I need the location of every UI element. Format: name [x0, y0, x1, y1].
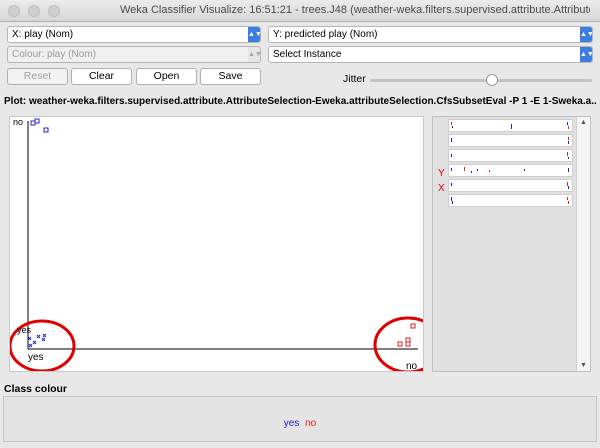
y-tick-top: no: [13, 117, 24, 127]
jitter-slider-track[interactable]: [370, 79, 592, 82]
data-point: [410, 323, 416, 329]
select-instance-select[interactable]: Select Instance ▲▼: [268, 46, 593, 63]
attribute-strip[interactable]: [448, 164, 573, 177]
class-colour-legend: yes no: [3, 396, 597, 442]
jitter-slider-thumb[interactable]: [486, 74, 499, 86]
colour-select-value: Colour: play (Nom): [12, 49, 96, 60]
attribute-strip[interactable]: [448, 119, 573, 132]
clear-button[interactable]: Clear: [71, 68, 132, 85]
attribute-panel-scrollbar[interactable]: ▲ ▼: [576, 117, 590, 371]
data-point: [43, 127, 49, 133]
window-title: Weka Classifier Visualize: 16:51:21 - tr…: [120, 4, 590, 16]
scroll-up-icon[interactable]: ▲: [580, 119, 587, 126]
data-point: [30, 120, 36, 126]
attribute-strip[interactable]: [448, 134, 573, 147]
chevron-down-icon: ▲▼: [248, 27, 260, 42]
x-axis-select-value: X: play (Nom): [12, 29, 74, 40]
scroll-down-icon[interactable]: ▼: [580, 362, 587, 369]
plot-title: Plot: weather-weka.filters.supervised.at…: [4, 96, 596, 107]
data-point-group: [27, 333, 47, 348]
save-button[interactable]: Save: [200, 68, 261, 85]
x-axis-select[interactable]: X: play (Nom) ▲▼: [7, 26, 261, 43]
attribute-strip-y[interactable]: [448, 179, 573, 192]
colour-select[interactable]: Colour: play (Nom) ▲▼: [7, 46, 261, 63]
chevron-down-icon: ▲▼: [580, 47, 592, 62]
data-point: [405, 341, 411, 347]
legend-item-yes[interactable]: yes: [284, 418, 300, 429]
close-window-button[interactable]: [8, 5, 20, 17]
plot-area[interactable]: no yes yes no: [9, 116, 424, 372]
y-axis-select[interactable]: Y: predicted play (Nom) ▲▼: [268, 26, 593, 43]
attribute-strip[interactable]: [448, 149, 573, 162]
reset-button[interactable]: Reset: [7, 68, 68, 85]
open-button[interactable]: Open: [136, 68, 197, 85]
attribute-panel: Y X ▲ ▼: [432, 116, 591, 372]
chevron-down-icon: ▲▼: [580, 27, 592, 42]
x-tick-right: no: [406, 361, 418, 372]
minimize-window-button[interactable]: [28, 5, 40, 17]
x-tick-left: yes: [28, 352, 44, 363]
y-axis-select-value: Y: predicted play (Nom): [273, 29, 378, 40]
select-instance-value: Select Instance: [273, 49, 342, 60]
class-colour-title: Class colour: [4, 383, 68, 395]
x-marker-label: X: [438, 183, 445, 194]
zoom-window-button[interactable]: [48, 5, 60, 17]
data-point: [405, 337, 411, 343]
data-point: [397, 341, 403, 347]
legend-item-no[interactable]: no: [305, 418, 316, 429]
attribute-strip-x[interactable]: [448, 194, 573, 207]
y-tick-bottom: yes: [17, 325, 32, 335]
title-bar: Weka Classifier Visualize: 16:51:21 - tr…: [0, 0, 600, 22]
chevron-down-icon: ▲▼: [248, 47, 260, 62]
legend-items: yes no: [4, 418, 596, 429]
y-marker-label: Y: [438, 168, 445, 179]
jitter-label: Jitter: [343, 73, 366, 85]
data-point: [34, 118, 40, 124]
